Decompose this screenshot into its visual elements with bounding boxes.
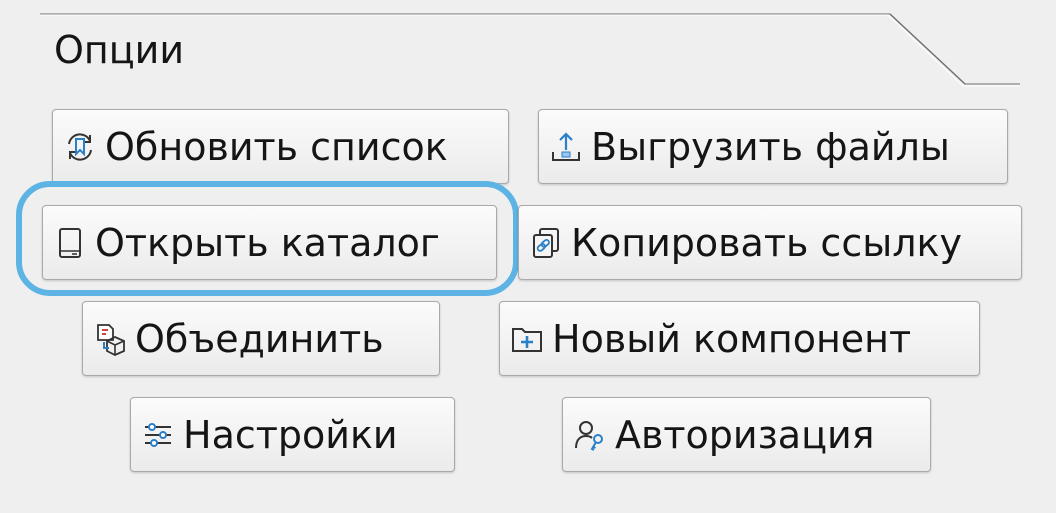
merge-button[interactable]: Объединить <box>82 301 440 376</box>
refresh-list-button[interactable]: Обновить список <box>52 109 509 184</box>
merge-label: Объединить <box>135 316 384 361</box>
refresh-list-label: Обновить список <box>105 124 448 169</box>
upload-files-button[interactable]: Выгрузить файлы <box>538 109 1008 184</box>
group-title: Опции <box>54 28 185 72</box>
refresh-bookmark-icon <box>63 130 97 164</box>
new-component-button[interactable]: Новый компонент <box>499 301 980 376</box>
user-key-icon <box>573 418 607 452</box>
sliders-icon <box>141 418 175 452</box>
merge-box-icon <box>93 322 127 356</box>
device-catalog-icon <box>53 226 87 260</box>
copy-link-icon <box>529 226 563 260</box>
settings-button[interactable]: Настройки <box>130 397 455 472</box>
new-component-label: Новый компонент <box>552 316 912 361</box>
upload-tray-icon <box>549 130 583 164</box>
authorization-label: Авторизация <box>615 412 875 457</box>
upload-files-label: Выгрузить файлы <box>591 124 950 169</box>
open-catalog-button[interactable]: Открыть каталог <box>42 205 497 280</box>
authorization-button[interactable]: Авторизация <box>562 397 931 472</box>
open-catalog-label: Открыть каталог <box>95 220 440 265</box>
copy-link-label: Копировать ссылку <box>571 220 962 265</box>
copy-link-button[interactable]: Копировать ссылку <box>518 205 1022 280</box>
settings-label: Настройки <box>183 412 398 457</box>
new-folder-plus-icon <box>510 322 544 356</box>
